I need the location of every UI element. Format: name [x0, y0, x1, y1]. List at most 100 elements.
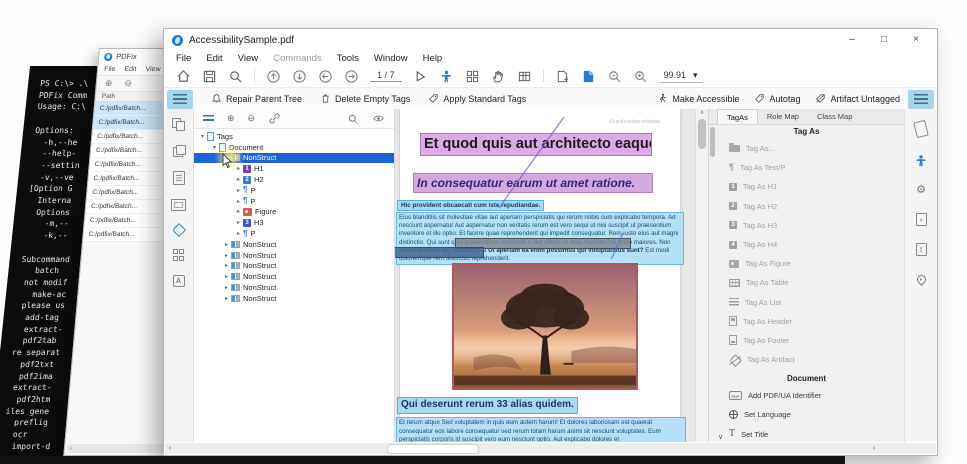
- expand-arrow-icon[interactable]: ▸: [234, 187, 243, 194]
- scroll-right-icon[interactable]: ›: [869, 443, 879, 454]
- tree-node-document[interactable]: ▾Document: [194, 142, 394, 153]
- validation-report-icon[interactable]: !: [916, 243, 927, 256]
- doc-heading2[interactable]: In consequatur earum ut amet ratione.: [413, 173, 653, 193]
- tile-view-icon[interactable]: [465, 69, 480, 84]
- tab-tagas[interactable]: TagAs: [717, 109, 758, 124]
- document-view[interactable]: Et quibusdam voluptas Et quod quis aut a…: [395, 109, 708, 442]
- tree-node-h1[interactable]: ▸1H1: [194, 163, 394, 174]
- save-icon[interactable]: [202, 69, 217, 84]
- pages-panel-icon[interactable]: [172, 118, 185, 131]
- tag-as-header-button[interactable]: Tag As Header: [709, 312, 904, 331]
- titlebar[interactable]: AccessibilitySample.pdf – □ ×: [164, 29, 937, 51]
- zoom-level-select[interactable]: 99.91 ▾: [659, 70, 703, 83]
- apply-standard-tags-button[interactable]: Apply Standard Tags: [428, 93, 526, 106]
- show-hide-icon[interactable]: [372, 112, 385, 125]
- scroll-up-icon[interactable]: ∧: [700, 109, 704, 116]
- scroll-left-icon[interactable]: ‹: [70, 446, 73, 452]
- menu-item-edit[interactable]: Edit: [206, 53, 222, 64]
- menu-item-edit[interactable]: Edit: [124, 66, 137, 73]
- home-icon[interactable]: [176, 69, 191, 84]
- menu-item-help[interactable]: Help: [423, 53, 443, 64]
- tag-as-h2-button[interactable]: 2Tag As H2: [709, 197, 904, 216]
- menu-item-file[interactable]: File: [104, 66, 116, 73]
- hand-tool-icon[interactable]: [491, 69, 506, 84]
- first-page-icon[interactable]: [266, 69, 281, 84]
- tree-node-nonstruct[interactable]: ▸NonStruct: [194, 261, 394, 272]
- set-language-button[interactable]: Set Language: [709, 405, 904, 425]
- settings-gear-icon[interactable]: ⚙: [916, 185, 926, 196]
- expand-arrow-icon[interactable]: ▸: [234, 198, 243, 205]
- tag-as-h3-button[interactable]: 3Tag As H3: [709, 216, 904, 235]
- menu-item-tools[interactable]: Tools: [337, 53, 359, 64]
- expand-arrow-icon[interactable]: ▸: [222, 262, 231, 269]
- document-panel-icon[interactable]: [581, 69, 596, 84]
- left-panel-toggle-button[interactable]: [167, 90, 193, 109]
- menu-item-commands[interactable]: Commands: [273, 53, 322, 64]
- scroll-left-icon[interactable]: ‹: [165, 443, 175, 454]
- expand-arrow-icon[interactable]: ▸: [222, 295, 231, 302]
- tag-as-footer-button[interactable]: Tag As Footer: [709, 331, 904, 350]
- add-pdf-ua-identifier-button[interactable]: PDFAdd PDF/UA Identifier: [709, 385, 904, 405]
- doc-paragraph2[interactable]: Et rerum atque Sed voluptatem in quis eu…: [396, 417, 686, 442]
- accessibility-checker-icon[interactable]: [439, 69, 454, 84]
- tree-node-p[interactable]: ▸¶P: [194, 228, 394, 239]
- delete-empty-tags-button[interactable]: Delete Empty Tags: [320, 93, 410, 106]
- doc-heading3[interactable]: Hic provident obcaecati cum iste repudia…: [397, 200, 544, 211]
- search-icon[interactable]: [228, 69, 243, 84]
- tree-node-p[interactable]: ▸¶P: [194, 196, 394, 207]
- hscroll-thumb[interactable]: [387, 444, 479, 454]
- tree-node-nonstruct[interactable]: ▸NonStruct: [194, 239, 394, 250]
- zoom-out-icon[interactable]: [607, 69, 622, 84]
- collapse-node-icon[interactable]: ⊖: [248, 113, 256, 124]
- menu-item-window[interactable]: Window: [374, 53, 408, 64]
- tree-node-tags[interactable]: ▾Tags: [194, 131, 394, 142]
- next-page-icon[interactable]: [344, 69, 359, 84]
- expand-arrow-icon[interactable]: ▸: [222, 273, 231, 280]
- expand-arrow-icon[interactable]: ▸: [222, 252, 231, 259]
- expand-node-icon[interactable]: ⊕: [227, 113, 235, 124]
- tree-node-nonstruct[interactable]: ▸NonStruct: [194, 282, 394, 293]
- tree-node-nonstruct[interactable]: ▸NonStruct: [194, 293, 394, 304]
- tab-role-map[interactable]: Role Map: [758, 109, 808, 124]
- page-indicator[interactable]: 1 / 7: [370, 70, 402, 82]
- menu-item-view[interactable]: View: [238, 53, 258, 64]
- accessibility-panel-icon[interactable]: [914, 154, 928, 168]
- attach-page-icon[interactable]: [555, 69, 570, 84]
- annotations-panel-icon[interactable]: A: [173, 275, 185, 287]
- repair-parent-tree-button[interactable]: Repair Parent Tree: [211, 93, 302, 106]
- tag-as-table-button[interactable]: Tag As Table: [709, 273, 904, 292]
- maximize-button[interactable]: □: [871, 29, 897, 51]
- location-pin-icon[interactable]: [915, 273, 928, 286]
- collapse-arrow-icon[interactable]: ▾: [198, 133, 207, 140]
- layers-panel-icon[interactable]: [171, 199, 186, 211]
- tag-as-figure-button[interactable]: Tag As Figure: [709, 254, 904, 273]
- tag-as-text-p-button[interactable]: ¶Tag As Text/P: [709, 158, 904, 177]
- expand-arrow-icon[interactable]: ▸: [234, 219, 243, 226]
- expand-arrow-icon[interactable]: ▸: [222, 241, 231, 248]
- tree-node-nonstruct[interactable]: ▸NonStruct: [194, 271, 394, 282]
- link-icon[interactable]: [268, 112, 281, 125]
- doc-figure-tree-photo[interactable]: [452, 263, 638, 390]
- tag-as-button[interactable]: Tag As...: [709, 139, 904, 158]
- tree-node-h3[interactable]: ▸3H3: [194, 217, 394, 228]
- tree-node-nonstruct[interactable]: ▾NonStruct: [194, 153, 394, 164]
- tag-as-h1-button[interactable]: 1Tag As H1: [709, 177, 904, 196]
- bookmarks-panel-icon[interactable]: [172, 145, 185, 157]
- export-document-icon[interactable]: ›: [916, 213, 927, 226]
- select-tool-icon[interactable]: [413, 69, 428, 84]
- document-hscrollbar[interactable]: ‹ ›: [165, 443, 936, 454]
- tag-as-artifact-button[interactable]: Tag As Artifact: [709, 350, 904, 369]
- tag-as-h4-button[interactable]: 4Tag As H4: [709, 235, 904, 254]
- tree-search-icon[interactable]: [347, 113, 359, 125]
- tree-node-p[interactable]: ▸¶P: [194, 185, 394, 196]
- right-panel-toggle-button[interactable]: [908, 90, 934, 109]
- remove-item-icon[interactable]: ⊖: [124, 78, 133, 89]
- column-path[interactable]: Path: [101, 93, 115, 100]
- expand-arrow-icon[interactable]: ▸: [234, 176, 243, 183]
- collapse-arrow-icon[interactable]: ▾: [222, 154, 231, 161]
- previous-page-icon[interactable]: [318, 69, 333, 84]
- autotag-button[interactable]: Autotag: [754, 93, 800, 106]
- tree-menu-icon[interactable]: [203, 115, 214, 123]
- last-page-icon[interactable]: [292, 69, 307, 84]
- doc-heading4[interactable]: Qui deserunt rerum 33 alias quidem.: [397, 397, 578, 414]
